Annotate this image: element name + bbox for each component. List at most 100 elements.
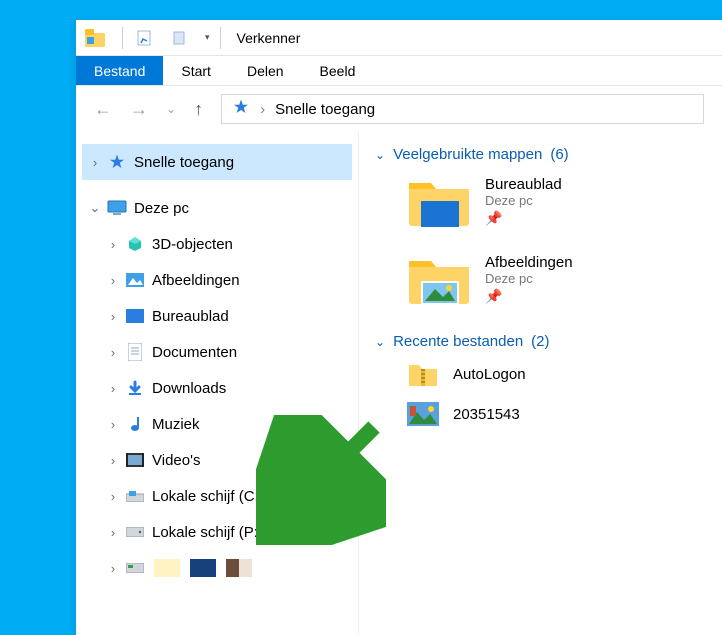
frequent-folders-list: Bureaublad Deze pc 📌 [375, 173, 714, 307]
chevron-right-icon[interactable]: › [102, 453, 124, 468]
navigation-bar: ← → ⌄ ↑ › Snelle toegang [76, 86, 722, 132]
tab-file[interactable]: Bestand [76, 56, 163, 85]
3d-objects-icon [124, 233, 146, 255]
image-thumbnail-icon [407, 400, 439, 428]
tree-label: Bureaublad [152, 308, 229, 325]
breadcrumb-current[interactable]: Snelle toegang [275, 101, 375, 118]
group-recent-files[interactable]: ⌄ Recente bestanden (2) [375, 333, 714, 350]
quick-access-star-icon [106, 151, 128, 173]
folder-location: Deze pc [485, 193, 562, 208]
pictures-icon [124, 269, 146, 291]
documents-icon [124, 341, 146, 363]
music-icon [124, 413, 146, 435]
folder-meta: Bureaublad Deze pc 📌 [485, 176, 562, 227]
tree-item-videos[interactable]: › Video's [82, 442, 352, 478]
chevron-right-icon[interactable]: › [102, 273, 124, 288]
tab-share[interactable]: Delen [229, 56, 302, 85]
tree-this-pc[interactable]: ⌄ Deze pc [82, 190, 352, 226]
qat-properties-icon[interactable] [133, 27, 155, 49]
chevron-right-icon[interactable]: › [102, 417, 124, 432]
folder-desktop-icon [407, 173, 471, 229]
navigation-tree: › Snelle toegang ⌄ Deze pc › 3D-objecten [76, 132, 358, 635]
address-bar[interactable]: › Snelle toegang [221, 94, 704, 124]
swatch [226, 559, 252, 577]
tree-label: Documenten [152, 344, 237, 361]
recent-files-list: AutoLogon 20351543 [375, 360, 714, 428]
pin-icon: 📌 [485, 210, 562, 227]
chevron-right-icon[interactable]: › [102, 489, 124, 504]
group-label: Veelgebruikte mappen [393, 146, 542, 163]
desktop-icon [124, 305, 146, 327]
nav-forward-button[interactable]: → [130, 99, 148, 120]
drive-icon [124, 557, 146, 579]
group-label: Recente bestanden [393, 333, 523, 350]
tree-item-3d-objects[interactable]: › 3D-objecten [82, 226, 352, 262]
folder-location: Deze pc [485, 271, 573, 286]
window-title: Verkenner [237, 30, 301, 46]
videos-icon [124, 449, 146, 471]
tree-label: 3D-objecten [152, 236, 233, 253]
this-pc-icon [106, 197, 128, 219]
folder-name: Afbeeldingen [485, 254, 573, 271]
title-bar: ▾ Verkenner [76, 20, 722, 56]
tree-label: Lokale schijf (P:) [152, 524, 263, 541]
tree-item-pictures[interactable]: › Afbeeldingen [82, 262, 352, 298]
separator [220, 27, 221, 49]
explorer-icon [84, 27, 106, 49]
tree-item-local-disk-c[interactable]: › Lokale schijf (C:) [82, 478, 352, 514]
qat-customize-dropdown[interactable]: ▾ [205, 32, 210, 43]
nav-back-button[interactable]: ← [94, 99, 112, 120]
tree-item-desktop[interactable]: › Bureaublad [82, 298, 352, 334]
separator [122, 27, 123, 49]
tree-label: Muziek [152, 416, 200, 433]
folder-item-desktop[interactable]: Bureaublad Deze pc 📌 [407, 173, 714, 229]
drive-icon [124, 485, 146, 507]
tree-label: Snelle toegang [134, 154, 234, 171]
folder-name: Bureaublad [485, 176, 562, 193]
chevron-right-icon[interactable]: › [102, 309, 124, 324]
drive-icon [124, 521, 146, 543]
tree-label: Afbeeldingen [152, 272, 240, 289]
nav-up-button[interactable]: ↑ [194, 99, 203, 120]
nav-recent-dropdown[interactable]: ⌄ [166, 102, 176, 116]
chevron-right-icon[interactable]: › [102, 345, 124, 360]
group-count: (2) [531, 333, 549, 350]
downloads-icon [124, 377, 146, 399]
chevron-down-icon: ⌄ [375, 335, 385, 349]
chevron-down-icon[interactable]: ⌄ [84, 200, 106, 216]
swatch [154, 559, 180, 577]
tab-start[interactable]: Start [163, 56, 229, 85]
color-swatches [152, 553, 252, 583]
tree-label: Lokale schijf (C:) [152, 488, 264, 505]
chevron-right-icon[interactable]: › [102, 381, 124, 396]
swatch [190, 559, 216, 577]
breadcrumb-separator-icon: › [260, 101, 265, 118]
tree-label: Downloads [152, 380, 226, 397]
folder-item-pictures[interactable]: Afbeeldingen Deze pc 📌 [407, 251, 714, 307]
tree-item-music[interactable]: › Muziek [82, 406, 352, 442]
chevron-right-icon[interactable]: › [84, 155, 106, 170]
chevron-down-icon: ⌄ [375, 148, 385, 162]
tree-item-extra[interactable]: › [82, 550, 352, 586]
chevron-right-icon[interactable]: › [102, 561, 124, 576]
recent-file-name: AutoLogon [453, 366, 526, 383]
qat-newfolder-icon[interactable] [169, 27, 191, 49]
recent-item-image[interactable]: 20351543 [407, 400, 714, 428]
chevron-right-icon[interactable]: › [102, 525, 124, 540]
tree-item-downloads[interactable]: › Downloads [82, 370, 352, 406]
tab-view[interactable]: Beeld [302, 56, 374, 85]
recent-file-name: 20351543 [453, 406, 520, 423]
group-frequent-folders[interactable]: ⌄ Veelgebruikte mappen (6) [375, 146, 714, 163]
chevron-right-icon[interactable]: › [102, 237, 124, 252]
tree-label: Deze pc [134, 200, 189, 217]
explorer-window: ▾ Verkenner Bestand Start Delen Beeld ← … [76, 20, 722, 635]
body: › Snelle toegang ⌄ Deze pc › 3D-objecten [76, 132, 722, 635]
tree-item-local-disk-p[interactable]: › Lokale schijf (P:) [82, 514, 352, 550]
tree-quick-access[interactable]: › Snelle toegang [82, 144, 352, 180]
folder-pictures-icon [407, 251, 471, 307]
quick-access-star-icon [232, 98, 250, 120]
tree-item-documents[interactable]: › Documenten [82, 334, 352, 370]
folder-meta: Afbeeldingen Deze pc 📌 [485, 254, 573, 305]
pin-icon: 📌 [485, 288, 573, 305]
recent-item-autologon[interactable]: AutoLogon [407, 360, 714, 388]
